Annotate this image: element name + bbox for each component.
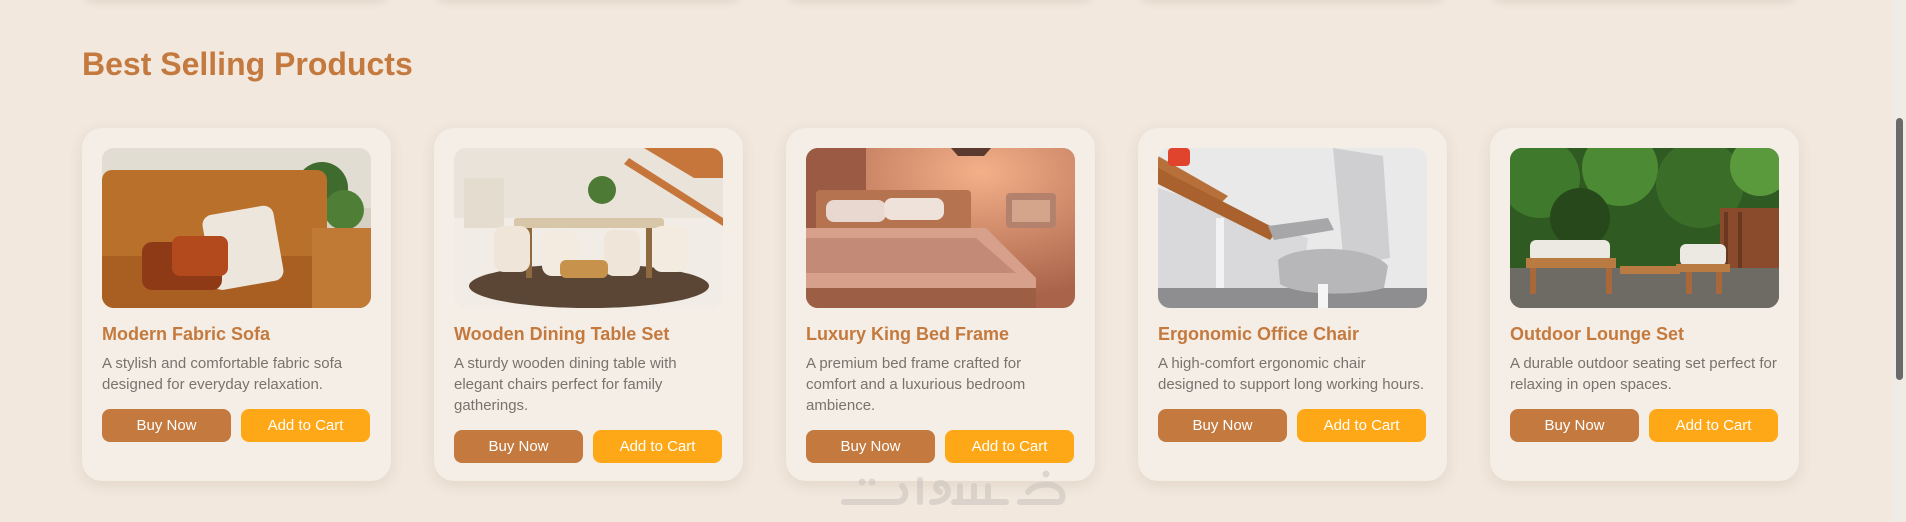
product-card: Modern Fabric Sofa A stylish and comfort… (82, 128, 391, 481)
page: Best Selling Products Modern Fabric Sofa… (0, 0, 1906, 522)
product-actions: Buy Now Add to Cart (102, 409, 371, 442)
product-image-dining-table[interactable] (454, 148, 723, 308)
product-description: A stylish and comfortable fabric sofa de… (102, 355, 343, 393)
product-card: Wooden Dining Table Set A sturdy wooden … (434, 128, 743, 481)
product-description: A high-comfort ergonomic chair designed … (1158, 355, 1425, 393)
add-to-cart-button[interactable]: Add to Cart (1649, 409, 1778, 442)
product-title: Modern Fabric Sofa (102, 324, 271, 344)
add-to-cart-button[interactable]: Add to Cart (945, 430, 1074, 463)
product-image-bed[interactable] (806, 148, 1075, 308)
product-card: Ergonomic Office Chair A high-comfort er… (1138, 128, 1447, 481)
product-title: Luxury King Bed Frame (806, 324, 1010, 344)
buy-now-button[interactable]: Buy Now (454, 430, 583, 463)
product-actions: Buy Now Add to Cart (1158, 409, 1427, 442)
add-to-cart-button[interactable]: Add to Cart (241, 409, 370, 442)
buy-now-button[interactable]: Buy Now (1158, 409, 1287, 442)
product-description: A premium bed frame crafted for comfort … (806, 355, 1026, 414)
product-grid: Modern Fabric Sofa A stylish and comfort… (82, 128, 1799, 481)
page-scrollbar[interactable] (1892, 0, 1906, 522)
product-image-outdoor-lounge[interactable] (1510, 148, 1779, 308)
buy-now-button[interactable]: Buy Now (806, 430, 935, 463)
buy-now-button[interactable]: Buy Now (1510, 409, 1639, 442)
add-to-cart-button[interactable]: Add to Cart (1297, 409, 1426, 442)
product-actions: Buy Now Add to Cart (1510, 409, 1779, 442)
product-card: Luxury King Bed Frame A premium bed fram… (786, 128, 1095, 481)
product-actions: Buy Now Add to Cart (454, 430, 723, 463)
watermark-logo (841, 470, 1066, 505)
buy-now-button[interactable]: Buy Now (102, 409, 231, 442)
product-description: A durable outdoor seating set perfect fo… (1510, 355, 1777, 393)
product-image-sofa[interactable] (102, 148, 371, 308)
section-title: Best Selling Products (82, 46, 413, 82)
product-actions: Buy Now Add to Cart (806, 430, 1075, 463)
product-title: Outdoor Lounge Set (1510, 324, 1684, 344)
product-card: Outdoor Lounge Set A durable outdoor sea… (1490, 128, 1799, 481)
add-to-cart-button[interactable]: Add to Cart (593, 430, 722, 463)
scrollbar-thumb[interactable] (1896, 118, 1903, 380)
product-image-office-chair[interactable] (1158, 148, 1427, 308)
product-description: A sturdy wooden dining table with elegan… (454, 355, 677, 414)
product-title: Wooden Dining Table Set (454, 324, 670, 344)
product-title: Ergonomic Office Chair (1158, 324, 1360, 344)
